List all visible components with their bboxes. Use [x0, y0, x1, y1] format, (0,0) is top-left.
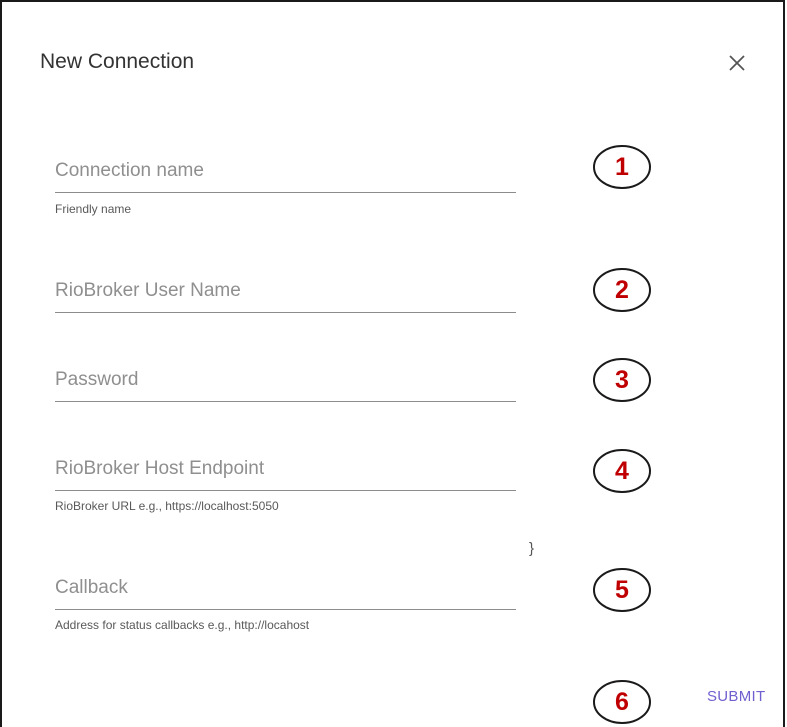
submit-button[interactable]: SUBMIT — [707, 688, 765, 705]
callout-badge-1: 1 — [592, 144, 652, 190]
callout-badge-2: 2 — [592, 267, 652, 313]
dialog-title: New Connection — [40, 50, 195, 73]
callout-badge-6-number: 6 — [615, 688, 629, 716]
callout-badge-4: 4 — [592, 448, 652, 494]
user-name-field — [55, 280, 516, 313]
password-field — [55, 369, 516, 402]
callout-badge-5: 5 — [592, 567, 652, 613]
user-name-input[interactable] — [55, 280, 516, 313]
dialog: New Connection Friendly name 1 2 3 RioBr… — [0, 0, 785, 727]
callout-badge-5-number: 5 — [615, 576, 629, 604]
callout-badge-3-number: 3 — [615, 366, 629, 394]
connection-name-helper: Friendly name — [55, 202, 132, 216]
callback-helper: Address for status callbacks e.g., http:… — [55, 618, 310, 632]
close-icon — [729, 55, 745, 71]
connection-name-field — [55, 160, 516, 193]
callback-input[interactable] — [55, 577, 516, 610]
host-endpoint-helper: RioBroker URL e.g., https://localhost:50… — [55, 499, 279, 513]
callout-badge-4-number: 4 — [615, 457, 629, 485]
callout-badge-6: 6 — [592, 679, 652, 725]
callout-badge-1-number: 1 — [615, 153, 629, 181]
stray-brace-text: } — [529, 540, 535, 557]
host-endpoint-input[interactable] — [55, 458, 516, 491]
host-endpoint-field — [55, 458, 516, 491]
callout-badge-2-number: 2 — [615, 276, 629, 304]
callback-field — [55, 577, 516, 610]
callout-badge-3: 3 — [592, 357, 652, 403]
close-button[interactable] — [722, 48, 752, 78]
connection-name-input[interactable] — [55, 160, 516, 193]
password-input[interactable] — [55, 369, 516, 402]
